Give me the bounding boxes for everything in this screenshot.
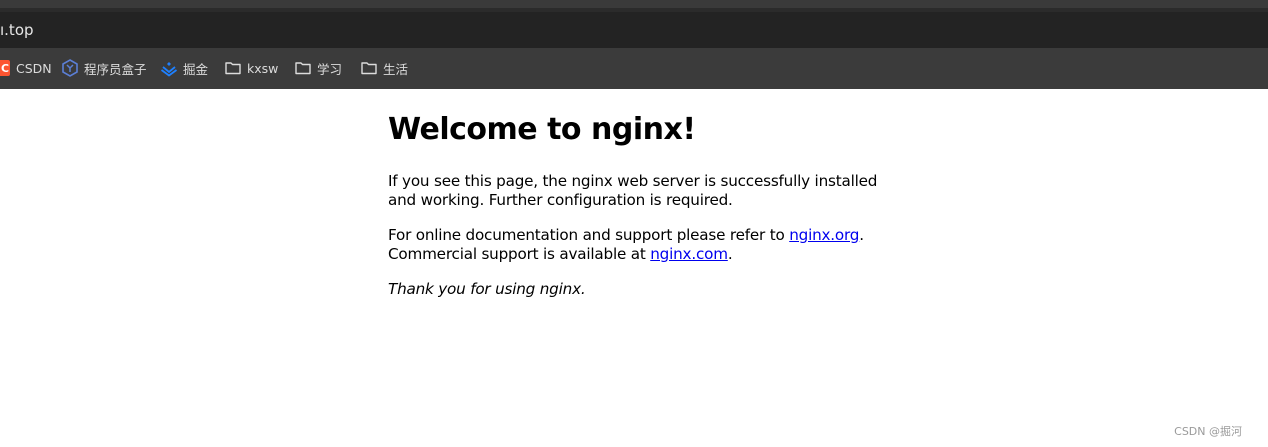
- address-bar[interactable]: ı.top: [0, 12, 1268, 48]
- bookmark-label: 学习: [317, 61, 343, 77]
- folder-icon: [294, 59, 312, 77]
- page-heading: Welcome to nginx!: [388, 112, 696, 147]
- bookmark-juejin[interactable]: 掘金: [160, 58, 208, 78]
- bookmark-label: 生活: [383, 61, 409, 77]
- bookmark-label: CSDN: [16, 60, 52, 76]
- csdn-watermark: CSDN @掘河: [1174, 425, 1242, 438]
- csdn-icon: C: [0, 60, 10, 76]
- bookmark-label: kxsw: [247, 60, 279, 76]
- bookmark-csdn[interactable]: C CSDN: [0, 58, 52, 78]
- window-top-strip: [0, 0, 1268, 8]
- bookmark-shenghuo[interactable]: 生活: [360, 58, 408, 78]
- bookmark-kxsw[interactable]: kxsw: [224, 58, 278, 78]
- intro-paragraph: If you see this page, the nginx web serv…: [388, 172, 878, 209]
- bookmarks-bar: C CSDN 程序员盒子 掘金 kxsw 学习 生活: [0, 48, 1268, 89]
- bookmark-label: 程序员盒子: [84, 61, 147, 77]
- support-text-3: .: [727, 245, 733, 263]
- hexagon-y-icon: [61, 59, 79, 77]
- nginx-com-link[interactable]: nginx.com: [650, 245, 728, 263]
- folder-icon: [224, 59, 242, 77]
- thanks-paragraph: Thank you for using nginx.: [388, 280, 586, 298]
- folder-icon: [360, 59, 378, 77]
- support-text-1: For online documentation and support ple…: [388, 226, 790, 244]
- juejin-icon: [160, 59, 178, 77]
- bookmark-label: 掘金: [183, 61, 209, 77]
- nginx-org-link[interactable]: nginx.org: [789, 226, 859, 244]
- url-text[interactable]: ı.top: [0, 21, 34, 39]
- support-paragraph: For online documentation and support ple…: [388, 226, 908, 264]
- bookmark-xuexi[interactable]: 学习: [294, 58, 342, 78]
- bookmark-chengxuyuan-hezi[interactable]: 程序员盒子: [61, 58, 147, 78]
